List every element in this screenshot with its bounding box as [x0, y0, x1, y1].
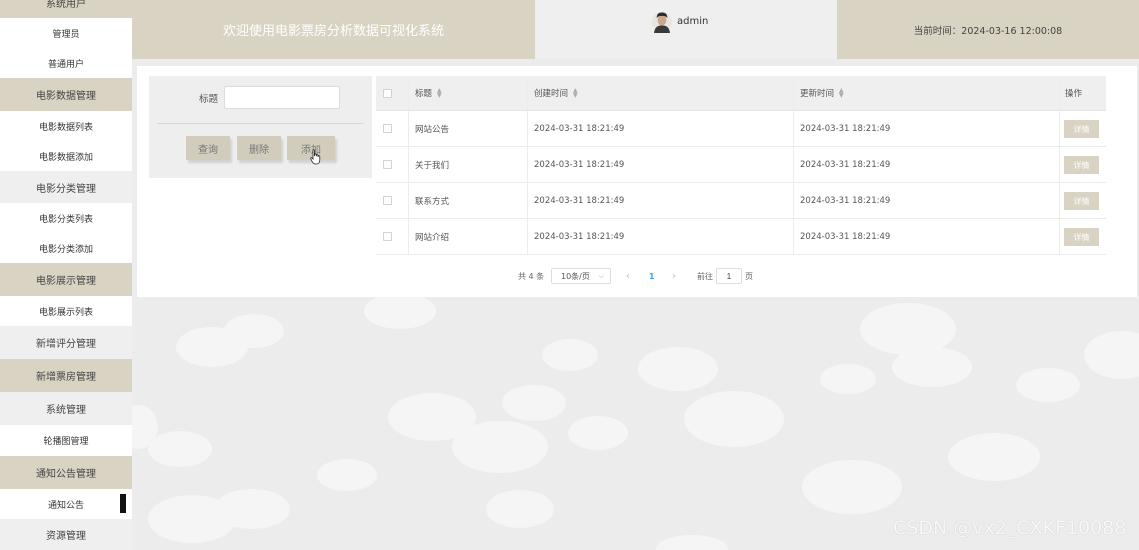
cell-updated: 2024-03-31 18:21:49: [800, 195, 891, 206]
next-page-button[interactable]: ›: [672, 268, 676, 284]
sidebar-item[interactable]: 电影分类添加: [0, 233, 132, 263]
header-title[interactable]: 标题 ▲ ▼: [415, 76, 442, 110]
table-row: 关于我们 2024-03-31 18:21:49 2024-03-31 18:21:…: [376, 147, 1106, 183]
cell-updated: 2024-03-31 18:21:49: [800, 123, 891, 134]
sort-icon[interactable]: ▲ ▼: [573, 88, 578, 99]
background-bubbles: [132, 297, 1139, 550]
sidebar-item[interactable]: 电影数据管理: [0, 78, 132, 111]
goto-page-input[interactable]: [716, 268, 742, 284]
cell-created: 2024-03-31 18:21:49: [534, 195, 625, 206]
sidebar-item[interactable]: 电影数据添加: [0, 141, 132, 171]
sidebar-item[interactable]: 系统用户: [0, 0, 132, 18]
page-size-select[interactable]: 10条/页 ⌵: [551, 268, 611, 284]
search-divider: [157, 123, 364, 124]
sidebar-item[interactable]: 系统管理: [0, 392, 132, 425]
header-actions: 操作: [1065, 89, 1083, 99]
sidebar-item[interactable]: 电影分类列表: [0, 203, 132, 233]
sidebar-item[interactable]: 电影展示列表: [0, 296, 132, 326]
sidebar-item[interactable]: 电影分类管理: [0, 171, 132, 203]
cell-created: 2024-03-31 18:21:49: [534, 123, 625, 134]
title-label: 标题: [199, 94, 219, 105]
active-indicator: [120, 494, 126, 513]
sidebar-item[interactable]: 管理员: [0, 18, 132, 48]
sidebar-item[interactable]: 通知公告: [0, 489, 132, 519]
cell-title: 网站介绍: [415, 232, 450, 243]
detail-button[interactable]: 详情: [1064, 120, 1099, 138]
table-row: 网站公告 2024-03-31 18:21:49 2024-03-31 18:21:…: [376, 111, 1106, 147]
hand-cursor-icon: [310, 149, 321, 165]
header-created[interactable]: 创建时间 ▲ ▼: [534, 76, 578, 110]
title-search-input[interactable]: [224, 86, 340, 109]
sidebar-item[interactable]: 轮播图管理: [0, 425, 132, 456]
chevron-down-icon: ⌵: [598, 272, 604, 280]
sidebar-item[interactable]: 电影数据列表: [0, 111, 132, 141]
sidebar: 系统用户 管理员 普通用户 电影数据管理 电影数据列表 电影数据添加 电影分类管理 电影分类列…: [0, 0, 132, 550]
current-page[interactable]: 1: [649, 268, 655, 284]
cell-updated: 2024-03-31 18:21:49: [800, 231, 891, 242]
detail-button[interactable]: 详情: [1064, 156, 1099, 174]
sidebar-item[interactable]: 资源管理: [0, 519, 132, 550]
cell-updated: 2024-03-31 18:21:49: [800, 159, 891, 170]
sidebar-item[interactable]: 电影展示管理: [0, 263, 132, 296]
table-header: 标题 ▲ ▼ 创建时间 ▲ ▼ 更新时间 ▲ ▼ 操作: [376, 76, 1106, 111]
cell-created: 2024-03-31 18:21:49: [534, 231, 625, 242]
notice-table: 标题 ▲ ▼ 创建时间 ▲ ▼ 更新时间 ▲ ▼ 操作 网站公告 2024-03-31 18:…: [376, 76, 1106, 258]
detail-button[interactable]: 详情: [1064, 192, 1099, 210]
goto-label: 前往: [697, 271, 713, 281]
system-title: 欢迎使用电影票房分析数据可视化系统: [132, 0, 535, 59]
row-checkbox[interactable]: [383, 232, 392, 241]
table-row: 联系方式 2024-03-31 18:21:49 2024-03-31 18:21:…: [376, 183, 1106, 219]
row-checkbox[interactable]: [383, 196, 392, 205]
username[interactable]: admin: [677, 16, 708, 27]
sidebar-item[interactable]: 普通用户: [0, 48, 132, 78]
watermark: CSDN @vx2_CXKF10088: [893, 517, 1127, 539]
row-checkbox[interactable]: [383, 160, 392, 169]
sort-icon[interactable]: ▲ ▼: [839, 88, 844, 99]
sort-icon[interactable]: ▲ ▼: [437, 88, 442, 99]
user-area: [535, 0, 837, 59]
sidebar-item[interactable]: 通知公告管理: [0, 456, 132, 489]
delete-button[interactable]: 删除: [237, 136, 281, 160]
sidebar-item[interactable]: 新增评分管理: [0, 326, 132, 359]
row-checkbox[interactable]: [383, 124, 392, 133]
table-row: 网站介绍 2024-03-31 18:21:49 2024-03-31 18:21:…: [376, 219, 1106, 255]
avatar-icon[interactable]: [652, 11, 672, 33]
pagination-total: 共 4 条: [518, 271, 545, 281]
header-updated[interactable]: 更新时间 ▲ ▼: [800, 76, 844, 110]
cell-title: 联系方式: [415, 196, 450, 207]
detail-button[interactable]: 详情: [1064, 228, 1099, 246]
select-all-checkbox[interactable]: [383, 88, 392, 98]
cell-title: 网站公告: [415, 124, 450, 135]
current-time: 当前时间：2024-03-16 12:00:08: [837, 0, 1139, 59]
sidebar-item[interactable]: 新增票房管理: [0, 359, 132, 392]
page-suffix: 页: [745, 271, 753, 281]
cell-title: 关于我们: [415, 160, 450, 171]
cell-created: 2024-03-31 18:21:49: [534, 159, 625, 170]
prev-page-button[interactable]: ‹: [626, 268, 630, 284]
query-button[interactable]: 查询: [186, 136, 230, 160]
